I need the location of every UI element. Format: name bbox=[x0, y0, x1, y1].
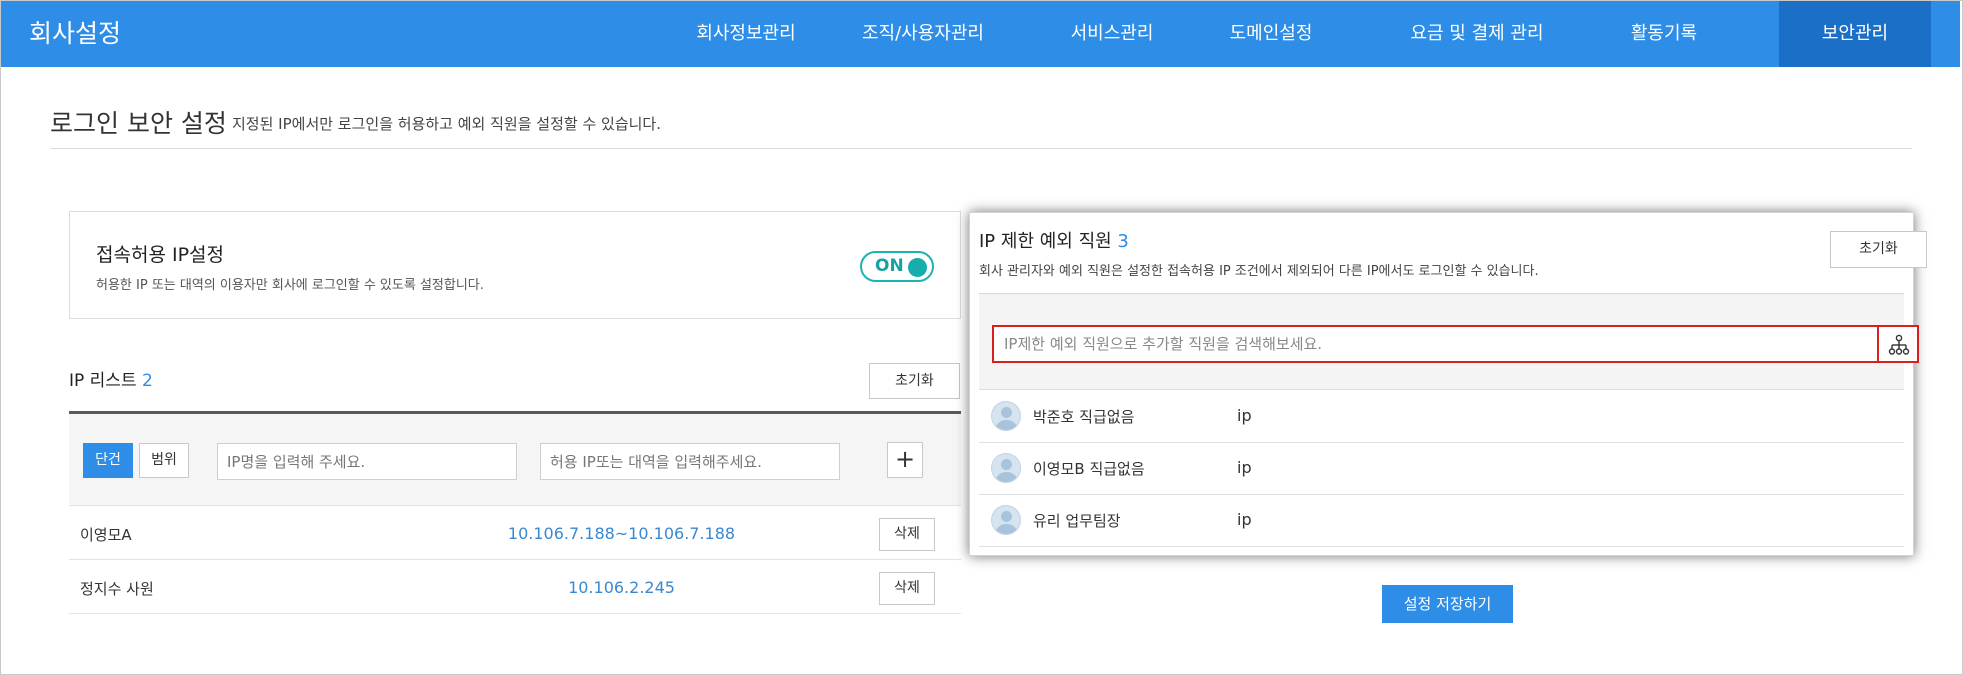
exception-employee-row[interactable]: 유리 업무팀장 ip bbox=[979, 495, 1904, 547]
exception-title-label: IP 제한 예외 직원 bbox=[979, 231, 1112, 252]
ip-list-row: 이영모A 10.106.7.188~10.106.7.188 삭제 bbox=[69, 507, 961, 560]
save-settings-button[interactable]: 설정 저장하기 bbox=[1382, 585, 1513, 623]
nav-item-security[interactable]: 보안관리 bbox=[1779, 1, 1931, 67]
access-ip-toggle[interactable]: ON bbox=[860, 251, 934, 282]
toggle-state-label: ON bbox=[875, 256, 904, 276]
org-chart-icon bbox=[1888, 334, 1910, 355]
delete-ip-button[interactable]: 삭제 bbox=[879, 572, 935, 605]
mode-single-button[interactable]: 단건 bbox=[83, 443, 133, 478]
delete-ip-button[interactable]: 삭제 bbox=[879, 518, 935, 551]
avatar bbox=[991, 505, 1021, 535]
access-ip-card: 접속허용 IP설정 허용한 IP 또는 대역의 이용자만 회사에 로그인할 수 … bbox=[69, 211, 961, 319]
nav-item-activity-log[interactable]: 활동기록 bbox=[1584, 1, 1744, 67]
ip-list-title: IP 리스트 2 bbox=[69, 366, 153, 391]
nav-item-billing[interactable]: 요금 및 결제 관리 bbox=[1377, 1, 1577, 67]
page-description: 지정된 IP에서만 로그인을 허용하고 예외 직원을 설정할 수 있습니다. bbox=[232, 115, 661, 133]
ip-row-name: 정지수 사원 bbox=[80, 580, 154, 598]
app-title: 회사설정 bbox=[29, 19, 122, 48]
access-ip-title: 접속허용 IP설정 bbox=[96, 244, 224, 266]
divider bbox=[50, 148, 1912, 149]
ip-list-count: 2 bbox=[142, 371, 153, 391]
employee-search-input[interactable] bbox=[992, 325, 1881, 363]
employee-name: 이영모B 직급없음 bbox=[1033, 460, 1145, 478]
exception-employee-row[interactable]: 박준호 직급없음 ip bbox=[979, 391, 1904, 443]
toggle-knob bbox=[908, 258, 927, 277]
org-chart-button[interactable] bbox=[1877, 325, 1919, 363]
exception-employee-row[interactable]: 이영모B 직급없음 ip bbox=[979, 443, 1904, 495]
exception-description: 회사 관리자와 예외 직원은 설정한 접속허용 IP 조건에서 제외되어 다른 … bbox=[979, 264, 1539, 279]
exception-count: 3 bbox=[1117, 231, 1129, 252]
nav-item-org-users[interactable]: 조직/사용자관리 bbox=[831, 1, 1015, 67]
ip-list-row: 정지수 사원 10.106.2.245 삭제 bbox=[69, 561, 961, 614]
ip-address-input[interactable] bbox=[540, 443, 840, 480]
employee-ip: ip bbox=[1237, 510, 1252, 529]
exception-search-area bbox=[979, 294, 1919, 390]
mode-range-button[interactable]: 범위 bbox=[139, 443, 189, 478]
exception-title: IP 제한 예외 직원 3 bbox=[979, 227, 1129, 253]
avatar bbox=[991, 453, 1021, 483]
access-ip-description: 허용한 IP 또는 대역의 이용자만 회사에 로그인할 수 있도록 설정합니다. bbox=[96, 278, 484, 293]
ip-list-title-label: IP 리스트 bbox=[69, 371, 137, 391]
ip-row-address[interactable]: 10.106.7.188~10.106.7.188 bbox=[459, 524, 784, 543]
ip-row-address[interactable]: 10.106.2.245 bbox=[459, 578, 784, 597]
ip-list-reset-button[interactable]: 초기화 bbox=[869, 363, 960, 399]
ip-exception-panel: IP 제한 예외 직원 3 회사 관리자와 예외 직원은 설정한 접속허용 IP… bbox=[969, 212, 1927, 556]
avatar bbox=[991, 401, 1021, 431]
employee-name: 박준호 직급없음 bbox=[1033, 408, 1135, 426]
top-navigation-bar: 회사설정 회사정보관리 조직/사용자관리 서비스관리 도메인설정 요금 및 결제… bbox=[1, 1, 1960, 67]
page-title: 로그인 보안 설정 bbox=[50, 109, 227, 138]
nav-item-domain[interactable]: 도메인설정 bbox=[1196, 1, 1346, 67]
ip-row-name: 이영모A bbox=[80, 526, 132, 544]
ip-name-input[interactable] bbox=[217, 443, 517, 480]
ip-add-form: 단건 범위 + bbox=[69, 414, 961, 506]
nav-item-company-info[interactable]: 회사정보관리 bbox=[663, 1, 829, 67]
employee-name: 유리 업무팀장 bbox=[1033, 512, 1121, 530]
exception-reset-button[interactable]: 초기화 bbox=[1830, 231, 1927, 268]
nav-item-service[interactable]: 서비스관리 bbox=[1037, 1, 1187, 67]
employee-ip: ip bbox=[1237, 406, 1252, 425]
add-ip-button[interactable]: + bbox=[887, 442, 923, 478]
employee-ip: ip bbox=[1237, 458, 1252, 477]
